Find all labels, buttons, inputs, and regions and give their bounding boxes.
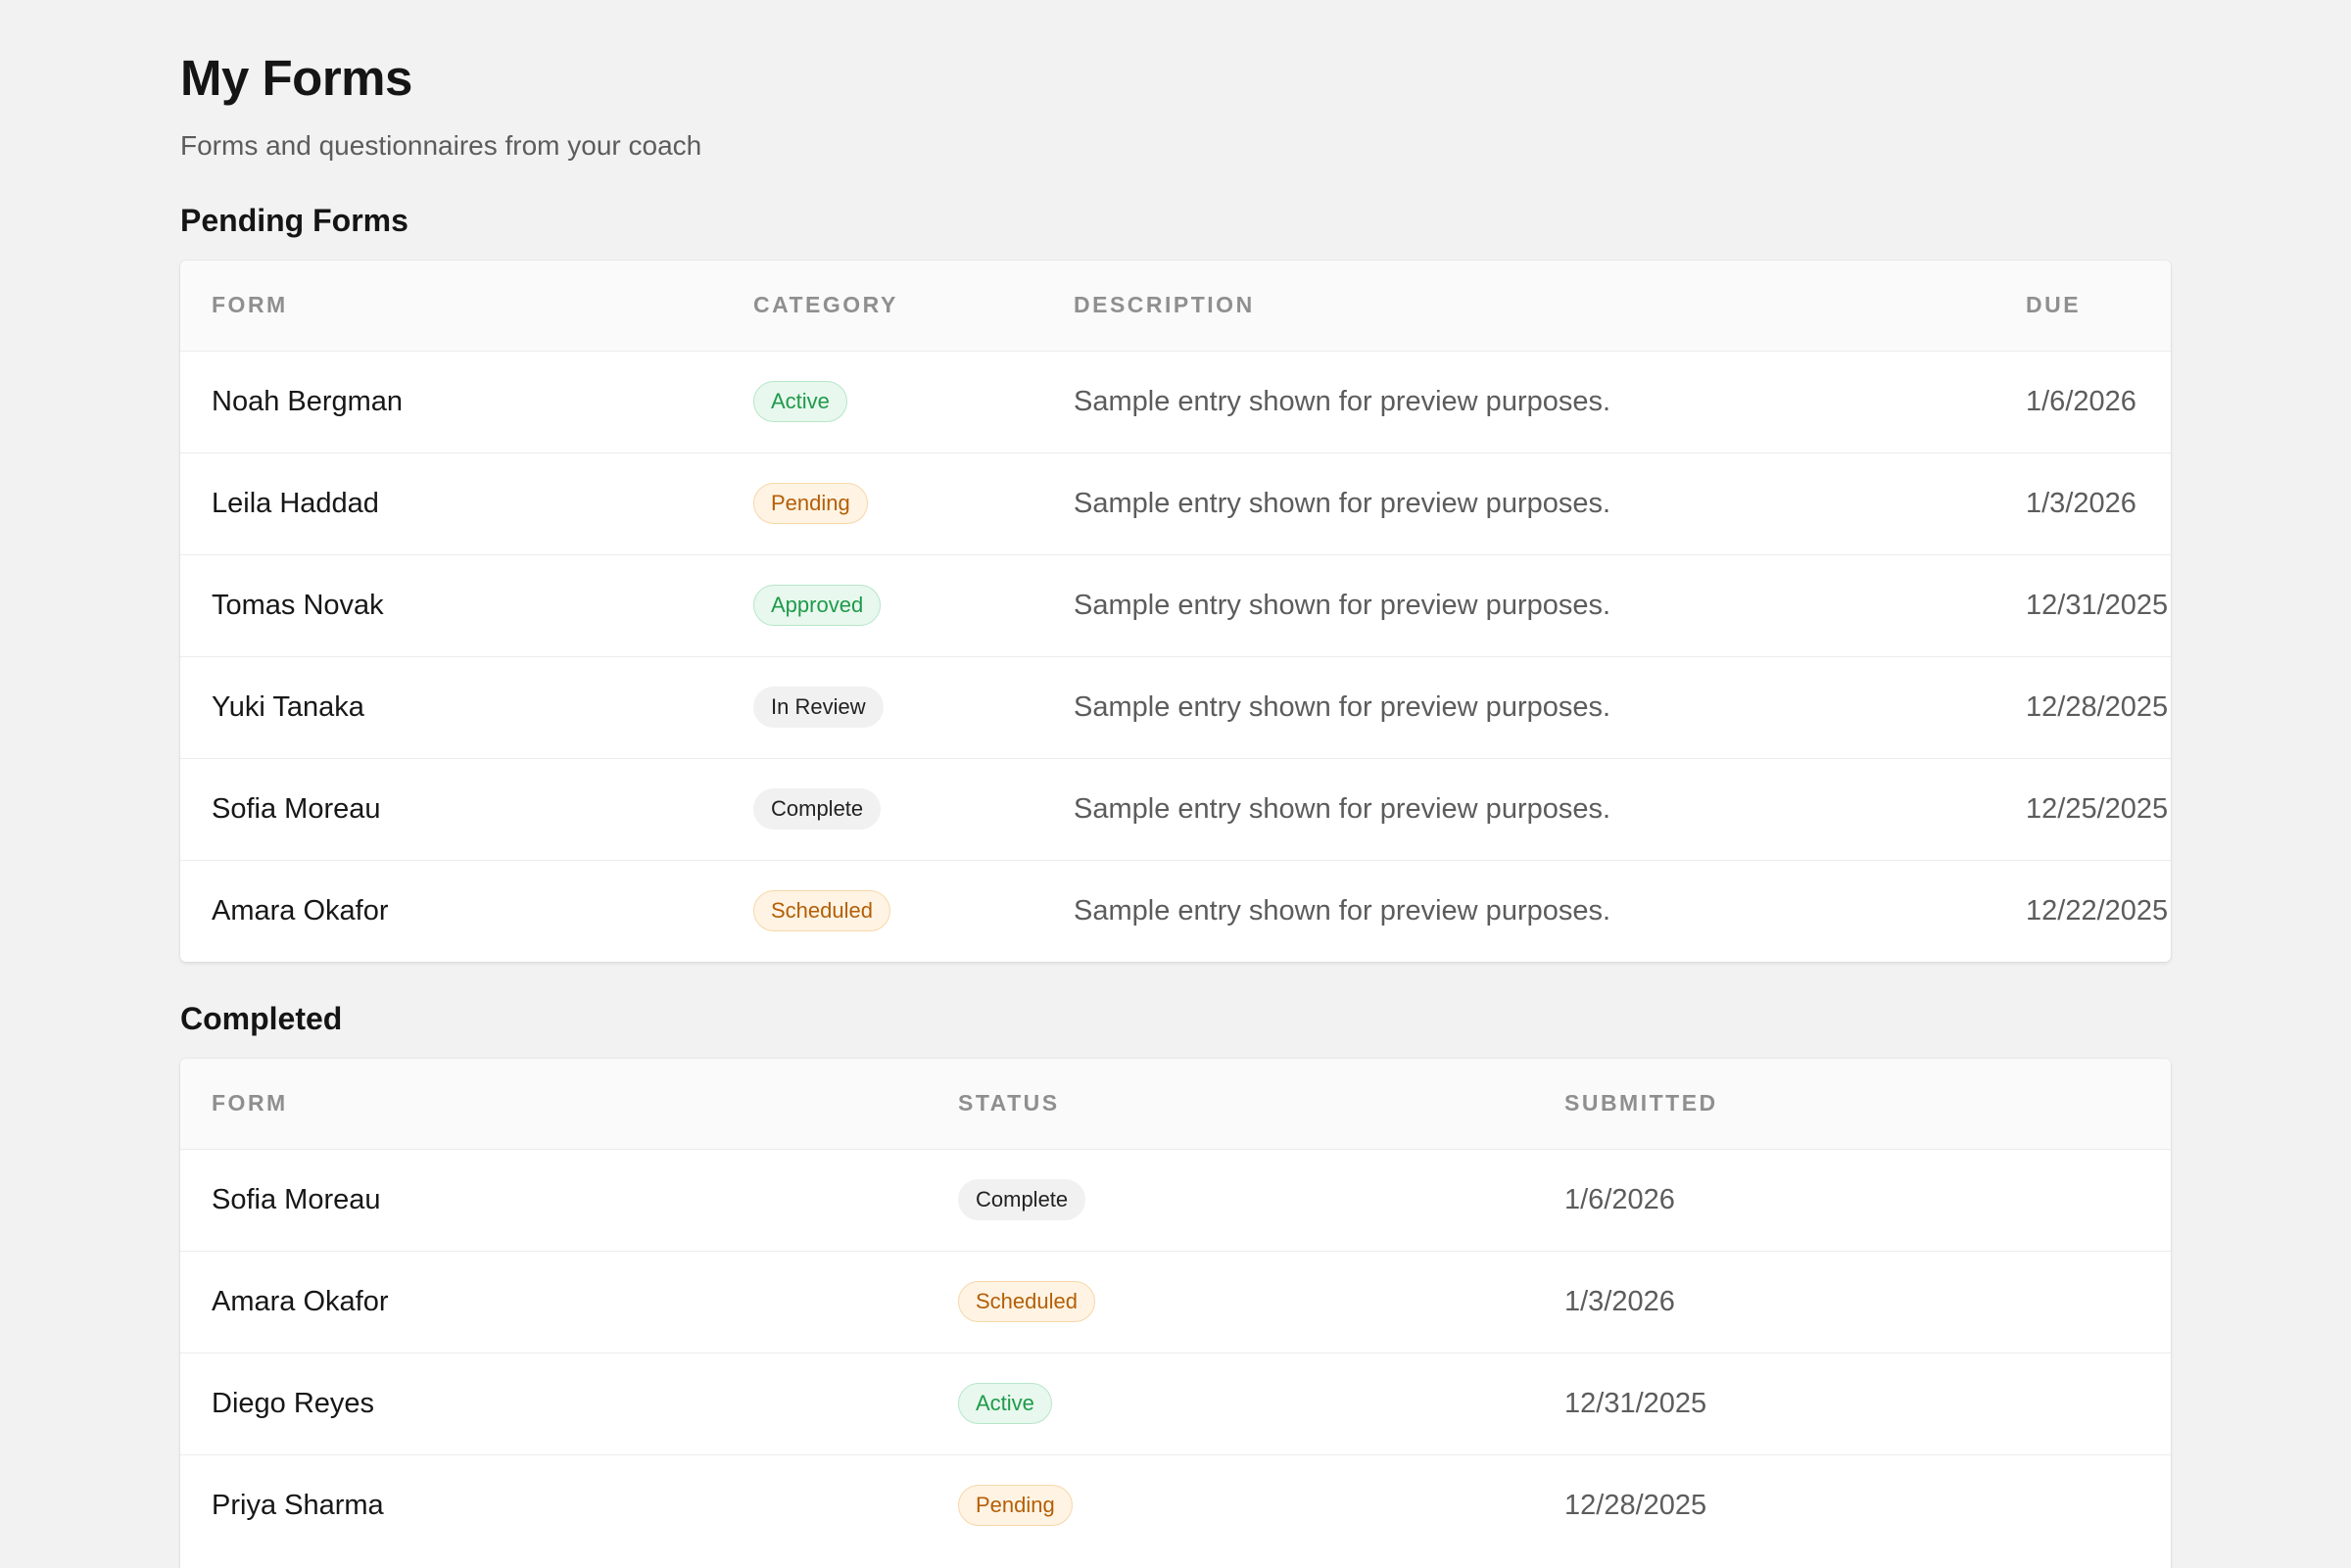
status-badge: Complete — [958, 1179, 1086, 1220]
completed-table: FORM STATUS SUBMITTED Sofia Moreau Comple… — [180, 1059, 2171, 1556]
column-header-due[interactable]: DUE — [2026, 261, 2171, 351]
status-badge: Scheduled — [958, 1281, 1095, 1322]
table-row[interactable]: Leila Haddad Pending Sample entry shown fo… — [180, 452, 2171, 554]
form-name[interactable]: Amara Okafor — [180, 860, 753, 962]
table-row[interactable]: Amara Okafor Scheduled Sample entry shown … — [180, 860, 2171, 962]
category-badge: Scheduled — [753, 890, 890, 932]
submitted-date: 1/3/2026 — [1564, 1285, 1675, 1317]
due-date: 12/25/2025 — [2026, 792, 2169, 825]
completed-card: FORM STATUS SUBMITTED Sofia Moreau Comple… — [180, 1059, 2171, 1568]
table-row[interactable]: Sofia Moreau Complete 1/6/2026 — [180, 1149, 2171, 1251]
category-cell: In Review — [753, 656, 1074, 758]
column-header-description[interactable]: DESCRIPTION — [1074, 261, 2026, 351]
table-row[interactable]: Tomas Novak Approved Sample entry shown fo… — [180, 554, 2171, 656]
column-header-submitted[interactable]: SUBMITTED — [1564, 1059, 2171, 1149]
table-row[interactable]: Yuki Tanaka In Review Sample entry shown f… — [180, 656, 2171, 758]
table-row[interactable]: Diego Reyes Active 12/31/2025 — [180, 1353, 2171, 1454]
category-badge: Pending — [753, 483, 868, 524]
category-cell: Complete — [753, 758, 1074, 860]
submitted-date: 12/28/2025 — [1564, 1489, 1707, 1521]
category-badge: In Review — [753, 687, 884, 728]
column-header-form[interactable]: FORM — [180, 261, 753, 351]
due-date: 1/6/2026 — [2026, 385, 2136, 417]
pending-header-row: FORM CATEGORY DESCRIPTION DUE — [180, 261, 2171, 351]
form-name[interactable]: Yuki Tanaka — [180, 656, 753, 758]
completed-heading: Completed — [180, 1001, 343, 1036]
table-row[interactable]: Noah Bergman Active Sample entry shown for… — [180, 351, 2171, 452]
description-cell: Sample entry shown for preview purposes. — [1074, 385, 1611, 417]
column-header-category[interactable]: CATEGORY — [753, 261, 1074, 351]
pending-forms-table: FORM CATEGORY DESCRIPTION DUE Noah Bergm… — [180, 261, 2171, 962]
form-name[interactable]: Leila Haddad — [180, 452, 753, 554]
page-title: My Forms — [180, 50, 412, 106]
status-cell: Scheduled — [958, 1251, 1564, 1353]
status-cell: Pending — [958, 1454, 1564, 1556]
category-cell: Pending — [753, 452, 1074, 554]
form-name[interactable]: Tomas Novak — [180, 554, 753, 656]
description-cell: Sample entry shown for preview purposes. — [1074, 487, 1611, 519]
pending-forms-card: FORM CATEGORY DESCRIPTION DUE Noah Bergm… — [180, 261, 2171, 962]
submitted-date: 12/31/2025 — [1564, 1387, 1707, 1419]
category-badge: Active — [753, 381, 847, 422]
due-date: 12/31/2025 — [2026, 589, 2169, 621]
description-cell: Sample entry shown for preview purposes. — [1074, 589, 1611, 621]
description-cell: Sample entry shown for preview purposes. — [1074, 792, 1611, 825]
category-cell: Scheduled — [753, 860, 1074, 962]
due-date: 1/3/2026 — [2026, 487, 2136, 519]
category-badge: Complete — [753, 788, 882, 830]
form-name[interactable]: Sofia Moreau — [180, 1149, 958, 1251]
due-date: 12/28/2025 — [2026, 690, 2169, 723]
table-row[interactable]: Sofia Moreau Complete Sample entry shown f… — [180, 758, 2171, 860]
form-name[interactable]: Sofia Moreau — [180, 758, 753, 860]
column-header-form[interactable]: FORM — [180, 1059, 958, 1149]
category-cell: Approved — [753, 554, 1074, 656]
status-badge: Pending — [958, 1485, 1073, 1527]
form-name[interactable]: Priya Sharma — [180, 1454, 958, 1556]
table-row[interactable]: Priya Sharma Pending 12/28/2025 — [180, 1454, 2171, 1556]
table-row[interactable]: Amara Okafor Scheduled 1/3/2026 — [180, 1251, 2171, 1353]
due-date: 12/22/2025 — [2026, 894, 2169, 927]
submitted-date: 1/6/2026 — [1564, 1183, 1675, 1215]
category-cell: Active — [753, 351, 1074, 452]
page-subtitle: Forms and questionnaires from your coach — [180, 130, 702, 161]
form-name[interactable]: Diego Reyes — [180, 1353, 958, 1454]
description-cell: Sample entry shown for preview purposes. — [1074, 894, 1611, 927]
pending-forms-heading: Pending Forms — [180, 203, 408, 238]
category-badge: Approved — [753, 585, 882, 626]
status-cell: Complete — [958, 1149, 1564, 1251]
form-name[interactable]: Amara Okafor — [180, 1251, 958, 1353]
status-badge: Active — [958, 1383, 1052, 1424]
description-cell: Sample entry shown for preview purposes. — [1074, 690, 1611, 723]
completed-header-row: FORM STATUS SUBMITTED — [180, 1059, 2171, 1149]
form-name[interactable]: Noah Bergman — [180, 351, 753, 452]
column-header-status[interactable]: STATUS — [958, 1059, 1564, 1149]
status-cell: Active — [958, 1353, 1564, 1454]
